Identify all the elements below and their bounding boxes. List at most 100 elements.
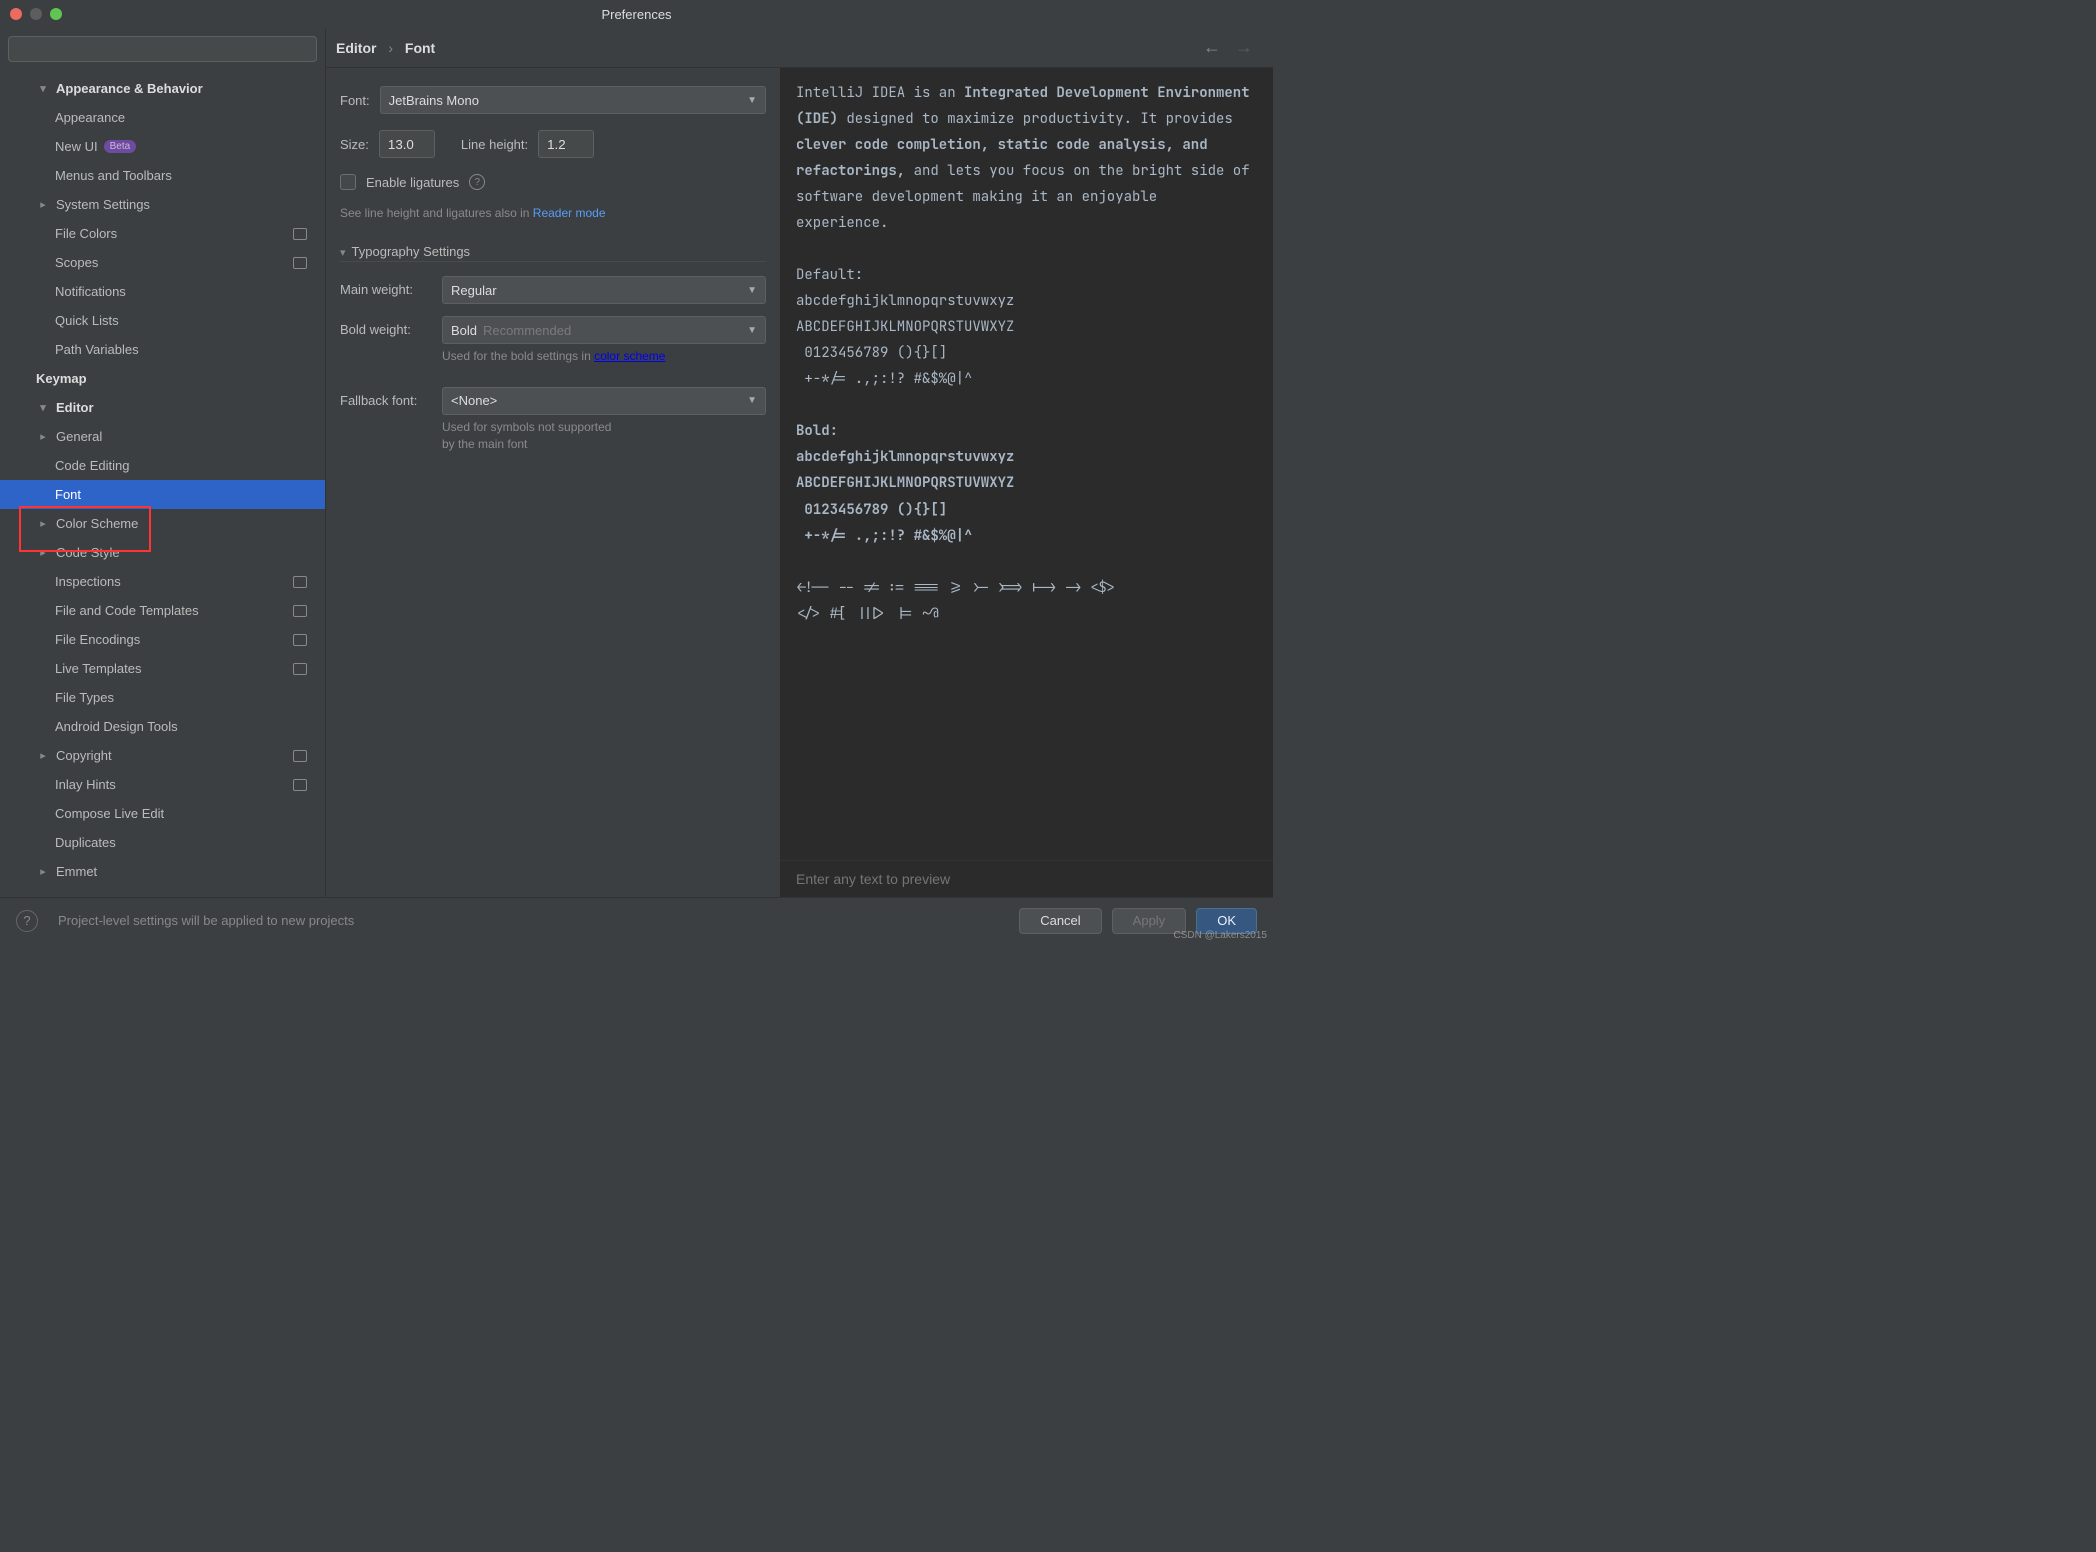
sidebar-item-quick-lists[interactable]: Quick Lists bbox=[0, 306, 325, 335]
sidebar-item-copyright[interactable]: Copyright bbox=[0, 741, 325, 770]
project-scope-icon bbox=[293, 750, 307, 762]
search-input[interactable] bbox=[8, 36, 317, 62]
project-scope-icon bbox=[293, 257, 307, 269]
main-weight-combobox[interactable]: Regular ▼ bbox=[442, 276, 766, 304]
font-preview-pane: IntelliJ IDEA is an Integrated Developme… bbox=[780, 68, 1273, 897]
reader-mode-hint: See line height and ligatures also in Re… bbox=[340, 206, 766, 220]
fallback-hint: Used for symbols not supportedby the mai… bbox=[442, 419, 766, 453]
breadcrumb: Editor › Font bbox=[336, 40, 435, 56]
color-scheme-link[interactable]: color scheme bbox=[594, 349, 665, 363]
tree-item-label: Code Editing bbox=[55, 458, 129, 473]
sidebar-item-path-variables[interactable]: Path Variables bbox=[0, 335, 325, 364]
sidebar-item-new-ui[interactable]: New UI Beta bbox=[0, 132, 325, 161]
chevron-down-icon: ▼ bbox=[747, 325, 757, 336]
sidebar-item-emmet[interactable]: Emmet bbox=[0, 857, 325, 886]
sidebar-item-keymap[interactable]: Keymap bbox=[0, 364, 325, 393]
sidebar-item-compose-live-edit[interactable]: Compose Live Edit bbox=[0, 799, 325, 828]
tree-item-label: New UI bbox=[55, 139, 98, 154]
sidebar-item-scopes[interactable]: Scopes bbox=[0, 248, 325, 277]
tree-item-label: Keymap bbox=[36, 371, 87, 386]
sidebar-item-appearance[interactable]: Appearance bbox=[0, 103, 325, 132]
bold-weight-hint: Used for the bold settings in color sche… bbox=[442, 348, 766, 365]
project-scope-icon bbox=[293, 779, 307, 791]
sidebar-item-editor[interactable]: Editor bbox=[0, 393, 325, 422]
tree-item-label: Font bbox=[55, 487, 81, 502]
sidebar-item-menus-and-toolbars[interactable]: Menus and Toolbars bbox=[0, 161, 325, 190]
tree-item-label: Path Variables bbox=[55, 342, 139, 357]
sidebar-item-file-encodings[interactable]: File Encodings bbox=[0, 625, 325, 654]
typography-section-header[interactable]: Typography Settings bbox=[340, 244, 766, 262]
sidebar-item-file-types[interactable]: File Types bbox=[0, 683, 325, 712]
size-input[interactable] bbox=[379, 130, 435, 158]
window-maximize-button[interactable] bbox=[50, 8, 62, 20]
tree-item-label: Live Templates bbox=[55, 661, 141, 676]
line-height-label: Line height: bbox=[461, 137, 528, 152]
sidebar-item-live-templates[interactable]: Live Templates bbox=[0, 654, 325, 683]
preview-input[interactable] bbox=[796, 871, 1257, 887]
nav-forward-icon[interactable]: → bbox=[1235, 37, 1253, 58]
ligatures-checkbox[interactable] bbox=[340, 174, 356, 190]
reader-mode-link[interactable]: Reader mode bbox=[533, 206, 606, 220]
window-close-button[interactable] bbox=[10, 8, 22, 20]
fallback-font-combobox[interactable]: <None> ▼ bbox=[442, 387, 766, 415]
size-label: Size: bbox=[340, 137, 369, 152]
help-button[interactable]: ? bbox=[16, 910, 38, 932]
cancel-button[interactable]: Cancel bbox=[1019, 908, 1101, 934]
line-height-input[interactable] bbox=[538, 130, 594, 158]
settings-tree[interactable]: Appearance & Behavior Appearance New UI Bet… bbox=[0, 70, 325, 897]
sidebar-item-file-colors[interactable]: File Colors bbox=[0, 219, 325, 248]
watermark: CSDN @Lakers2015 bbox=[1173, 930, 1267, 941]
tree-item-label: File Types bbox=[55, 690, 114, 705]
tree-item-label: Appearance & Behavior bbox=[56, 81, 203, 96]
chevron-right-icon bbox=[36, 749, 50, 762]
chevron-right-icon bbox=[36, 517, 50, 530]
tree-item-label: File Colors bbox=[55, 226, 117, 241]
sidebar-item-android-design-tools[interactable]: Android Design Tools bbox=[0, 712, 325, 741]
sidebar-item-code-editing[interactable]: Code Editing bbox=[0, 451, 325, 480]
titlebar: Preferences bbox=[0, 0, 1273, 28]
sidebar-item-appearance-behavior[interactable]: Appearance & Behavior bbox=[0, 74, 325, 103]
project-scope-icon bbox=[293, 228, 307, 240]
font-settings-form: Font: JetBrains Mono ▼ Size: Line height… bbox=[326, 68, 780, 897]
window-title: Preferences bbox=[601, 7, 671, 22]
tree-item-label: Compose Live Edit bbox=[55, 806, 164, 821]
beta-badge: Beta bbox=[104, 140, 137, 153]
help-icon[interactable]: ? bbox=[469, 174, 485, 190]
footer: ? Project-level settings will be applied… bbox=[0, 897, 1273, 943]
tree-item-label: Duplicates bbox=[55, 835, 116, 850]
sidebar-item-notifications[interactable]: Notifications bbox=[0, 277, 325, 306]
project-scope-icon bbox=[293, 663, 307, 675]
tree-item-label: Appearance bbox=[55, 110, 125, 125]
tree-item-label: General bbox=[56, 429, 102, 444]
sidebar-item-font[interactable]: Font bbox=[0, 480, 325, 509]
chevron-right-icon: › bbox=[388, 40, 393, 56]
bold-weight-combobox[interactable]: Bold Recommended ▼ bbox=[442, 316, 766, 344]
footer-hint: Project-level settings will be applied t… bbox=[58, 913, 354, 928]
nav-back-icon[interactable]: ← bbox=[1203, 37, 1221, 58]
sidebar-item-inspections[interactable]: Inspections bbox=[0, 567, 325, 596]
sidebar-item-color-scheme[interactable]: Color Scheme bbox=[0, 509, 325, 538]
bold-weight-label: Bold weight: bbox=[340, 316, 436, 337]
window-minimize-button[interactable] bbox=[30, 8, 42, 20]
sidebar-item-code-style[interactable]: Code Style bbox=[0, 538, 325, 567]
chevron-down-icon bbox=[340, 244, 346, 259]
sidebar-item-inlay-hints[interactable]: Inlay Hints bbox=[0, 770, 325, 799]
tree-item-label: Android Design Tools bbox=[55, 719, 178, 734]
sidebar-item-general[interactable]: General bbox=[0, 422, 325, 451]
chevron-down-icon: ▼ bbox=[747, 395, 757, 406]
tree-item-label: File Encodings bbox=[55, 632, 140, 647]
sidebar-item-duplicates[interactable]: Duplicates bbox=[0, 828, 325, 857]
chevron-right-icon bbox=[36, 546, 50, 559]
ligatures-label: Enable ligatures bbox=[366, 175, 459, 190]
main-weight-label: Main weight: bbox=[340, 276, 436, 297]
breadcrumb-parent[interactable]: Editor bbox=[336, 40, 376, 56]
sidebar-item-file-and-code-templates[interactable]: File and Code Templates bbox=[0, 596, 325, 625]
tree-item-label: Inspections bbox=[55, 574, 121, 589]
font-combobox[interactable]: JetBrains Mono ▼ bbox=[380, 86, 766, 114]
tree-item-label: Quick Lists bbox=[55, 313, 119, 328]
tree-item-label: Copyright bbox=[56, 748, 112, 763]
sidebar-item-system-settings[interactable]: System Settings bbox=[0, 190, 325, 219]
tree-item-label: Code Style bbox=[56, 545, 120, 560]
project-scope-icon bbox=[293, 605, 307, 617]
tree-item-label: Menus and Toolbars bbox=[55, 168, 172, 183]
